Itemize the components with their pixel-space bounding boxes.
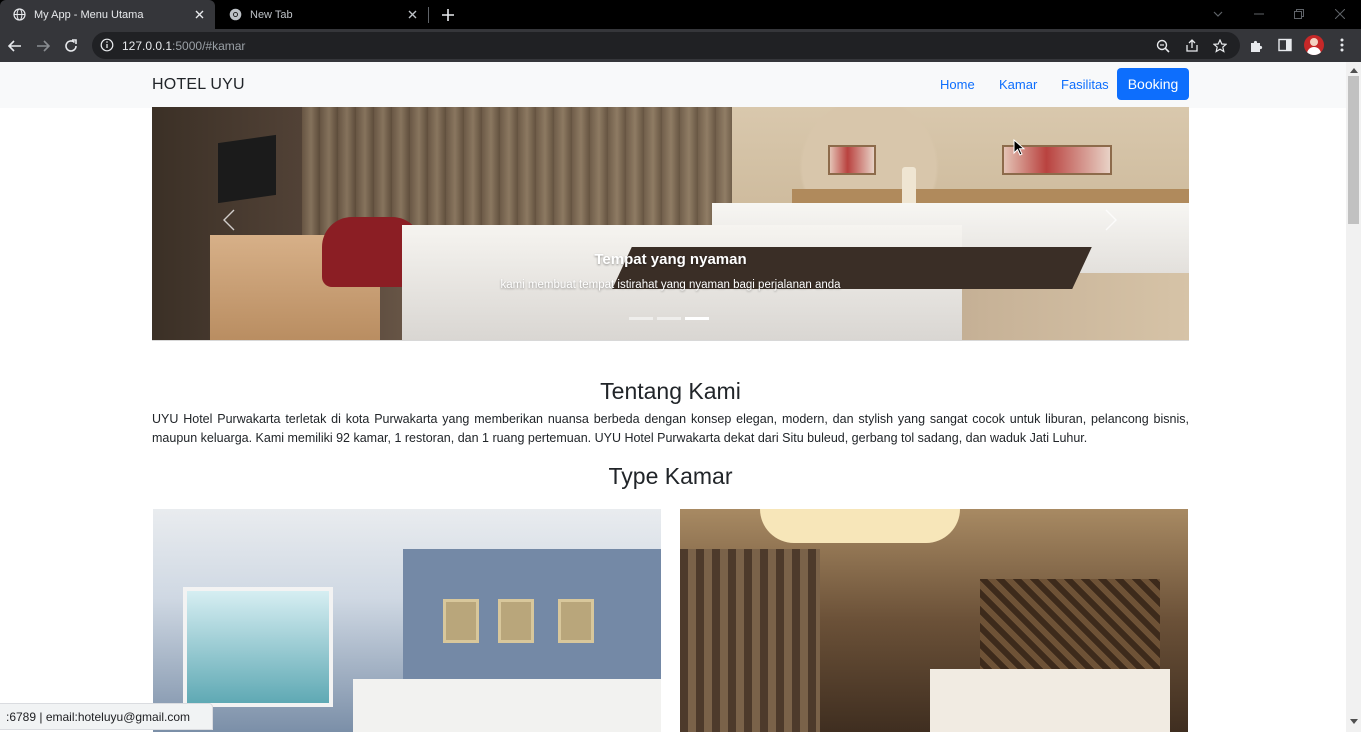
room-card-image-2[interactable] <box>680 509 1188 732</box>
restore-icon[interactable] <box>1289 5 1309 23</box>
room-card-image-1[interactable] <box>153 509 661 732</box>
address-bar[interactable]: 127.0.0.1:5000/#kamar <box>92 32 1240 59</box>
tab-new-tab[interactable]: New Tab <box>216 0 428 29</box>
side-panel-icon[interactable] <box>1276 36 1294 54</box>
back-icon[interactable] <box>5 36 25 56</box>
carousel-caption-text: kami membuat tempat istirahat yang nyama… <box>500 279 841 291</box>
browser-tab-strip: My App - Menu Utama New Tab <box>0 0 1361 29</box>
page-viewport: HOTEL UYU Home Kamar Fasilitas Booking T… <box>0 62 1346 732</box>
about-heading: Tentang Kami <box>600 378 741 404</box>
link-status-bar: :6789 | email:hoteluyu@gmail.com <box>0 703 213 730</box>
tab-my-app[interactable]: My App - Menu Utama <box>0 0 215 29</box>
about-paragraph: UYU Hotel Purwakarta terletak di kota Pu… <box>152 412 1189 445</box>
hero-carousel: Tempat yang nyaman kami membuat tempat i… <box>152 107 1189 341</box>
url-text: 127.0.0.1:5000/#kamar <box>122 39 246 53</box>
carousel-indicator-3[interactable] <box>685 317 709 320</box>
bookmark-star-icon[interactable] <box>1211 37 1228 54</box>
carousel-prev-icon[interactable] <box>218 205 240 235</box>
globe-icon <box>13 8 26 21</box>
booking-button[interactable]: Booking <box>1117 68 1189 100</box>
page-scrollbar[interactable] <box>1346 62 1361 732</box>
mouse-cursor-icon <box>1013 139 1025 156</box>
tab-title: New Tab <box>250 8 293 21</box>
nav-link-fasilitas[interactable]: Fasilitas <box>1061 77 1109 92</box>
carousel-indicators <box>629 317 709 320</box>
scrollbar-thumb[interactable] <box>1348 76 1359 224</box>
zoom-icon[interactable] <box>1154 37 1171 54</box>
forward-icon[interactable] <box>33 36 53 56</box>
carousel-caption-title: Tempat yang nyaman <box>594 251 747 268</box>
chrome-icon <box>229 8 242 21</box>
tab-title: My App - Menu Utama <box>34 8 144 21</box>
room-types-heading: Type Kamar <box>608 463 733 489</box>
carousel-indicator-2[interactable] <box>657 317 681 320</box>
avatar[interactable] <box>1304 35 1324 55</box>
close-tab-icon[interactable] <box>404 7 420 23</box>
brand-logo-text[interactable]: HOTEL UYU <box>152 76 245 94</box>
new-tab-button[interactable] <box>438 5 458 25</box>
tab-divider <box>428 7 429 23</box>
scroll-down-icon[interactable] <box>1349 717 1358 726</box>
browser-menu-icon[interactable] <box>1333 36 1351 54</box>
browser-toolbar: 127.0.0.1:5000/#kamar <box>0 29 1361 62</box>
carousel-next-icon[interactable] <box>1100 205 1122 235</box>
carousel-indicator-1[interactable] <box>629 317 653 320</box>
nav-link-home[interactable]: Home <box>940 77 975 92</box>
plus-icon <box>442 9 454 21</box>
site-navbar: HOTEL UYU Home Kamar Fasilitas Booking <box>0 62 1346 108</box>
tab-search-icon[interactable] <box>1208 5 1228 23</box>
reload-icon[interactable] <box>61 36 81 56</box>
extensions-icon[interactable] <box>1247 36 1265 54</box>
site-info-icon[interactable] <box>100 38 114 52</box>
scroll-up-icon[interactable] <box>1349 66 1358 75</box>
minimize-icon[interactable] <box>1249 5 1269 23</box>
share-icon[interactable] <box>1183 37 1200 54</box>
close-window-icon[interactable] <box>1330 5 1350 23</box>
close-tab-icon[interactable] <box>191 7 207 23</box>
nav-link-kamar[interactable]: Kamar <box>999 77 1037 92</box>
